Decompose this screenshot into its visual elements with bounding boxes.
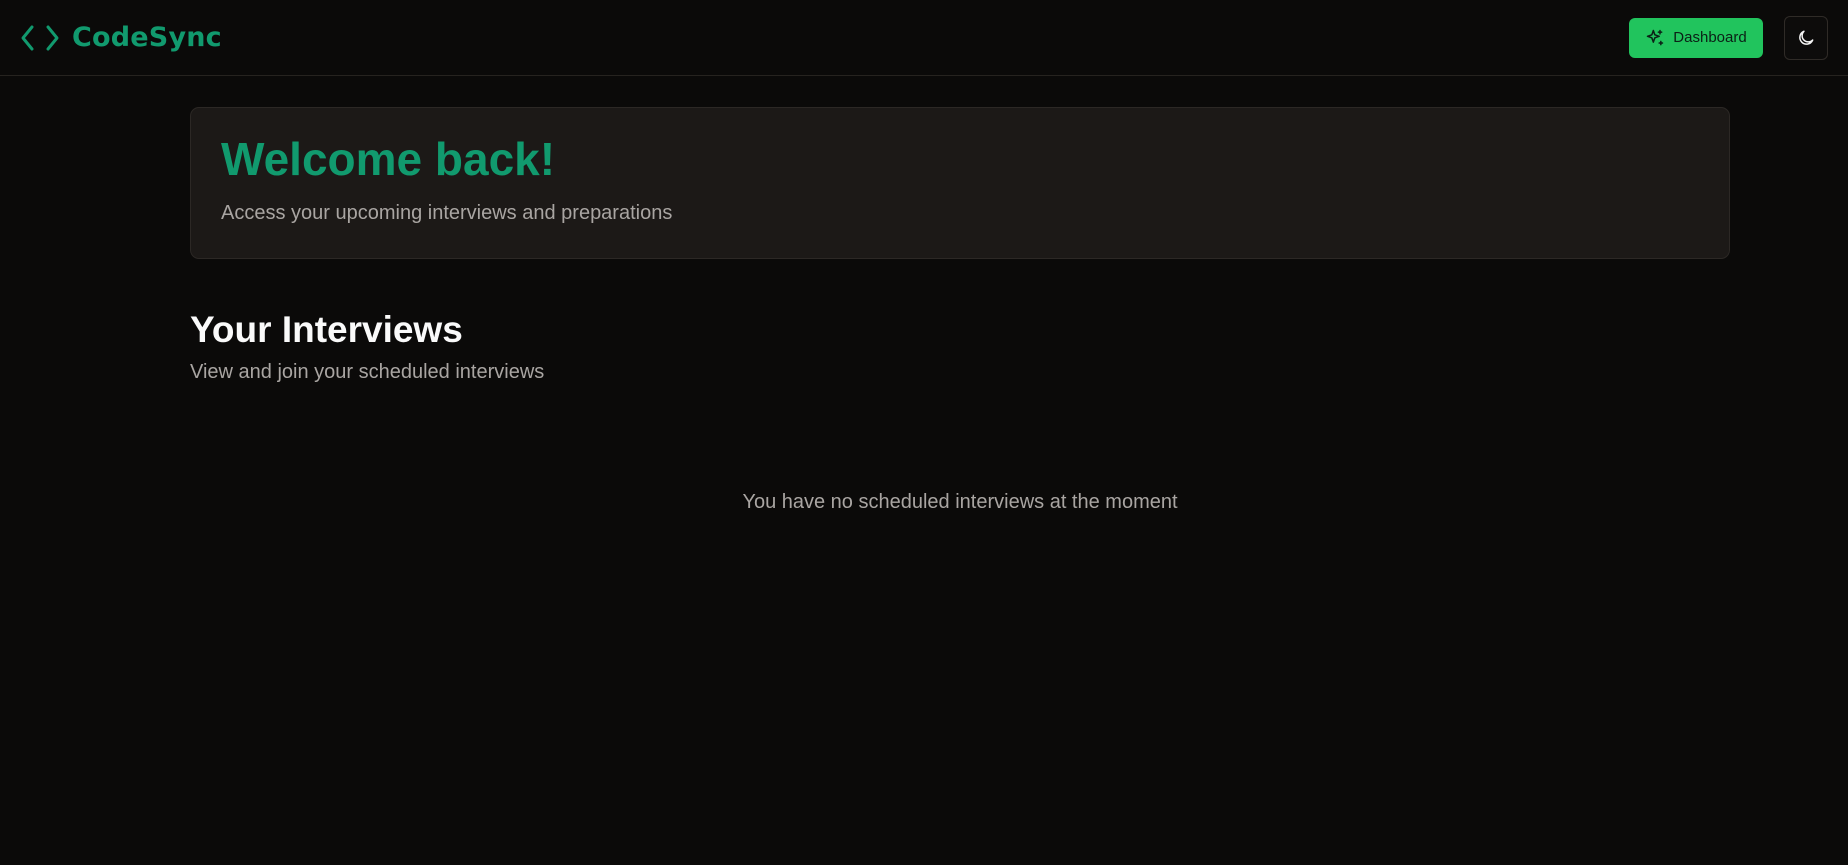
interviews-subtitle: View and join your scheduled interviews xyxy=(190,360,545,383)
brand-logo-link[interactable]: CodeSync xyxy=(20,22,222,54)
moon-icon xyxy=(1799,30,1814,45)
sparkles-icon xyxy=(1647,29,1664,45)
interviews-title: Your Interviews xyxy=(190,309,463,350)
welcome-subtitle: Access your upcoming interviews and prep… xyxy=(221,202,673,224)
code-brackets-icon xyxy=(21,25,59,50)
theme-toggle-button[interactable] xyxy=(1784,15,1828,60)
interviews-section: Your Interviews View and join your sched… xyxy=(190,309,545,384)
dashboard-button-label: Dashboard xyxy=(1673,29,1747,46)
dashboard-button[interactable]: Dashboard xyxy=(1629,17,1763,58)
brand-name: CodeSync xyxy=(72,22,222,53)
welcome-title: Welcome back! xyxy=(221,133,556,185)
interviews-empty-state: You have no scheduled interviews at the … xyxy=(742,491,1178,513)
welcome-card: Welcome back! Access your upcoming inter… xyxy=(190,107,1730,259)
top-navbar: CodeSync Dashboard xyxy=(0,0,1848,76)
navbar-actions: Dashboard xyxy=(1629,15,1828,60)
